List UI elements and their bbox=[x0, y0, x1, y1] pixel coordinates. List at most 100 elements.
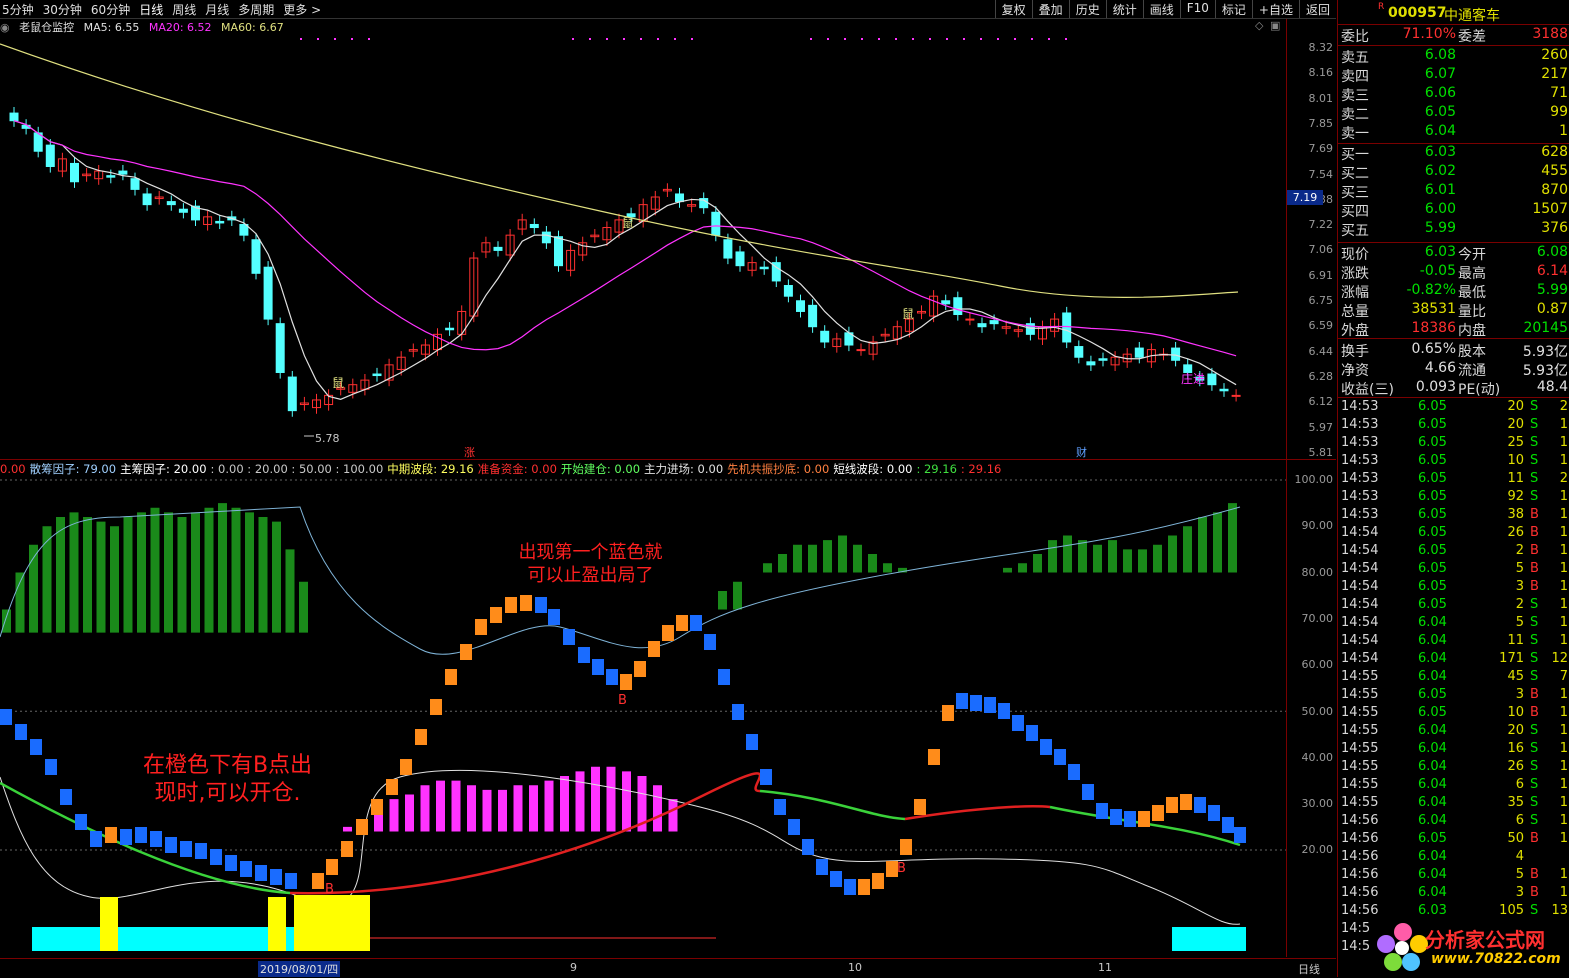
blue-block bbox=[592, 659, 604, 675]
bid-row[interactable]: 买一 6.03 628 bbox=[1338, 144, 1569, 163]
level-volume: 99 bbox=[1550, 104, 1568, 120]
toolbar-button-1[interactable]: 叠加 bbox=[1031, 0, 1069, 18]
period-tab-0[interactable]: 5分钟 bbox=[2, 3, 34, 17]
ask-row[interactable]: 卖五 6.08 260 bbox=[1338, 47, 1569, 66]
trade-price: 6.04 bbox=[1418, 849, 1447, 864]
level-label: 买二 bbox=[1341, 166, 1369, 182]
bid-row[interactable]: 买三 6.01 870 bbox=[1338, 182, 1569, 201]
level-label: 买一 bbox=[1341, 147, 1369, 163]
trade-price: 6.03 bbox=[1418, 903, 1447, 918]
current-price-tag: 7.19 bbox=[1287, 190, 1323, 205]
candlestick-chart[interactable]: 5.78鼠鼠鼠庄进涨财 bbox=[0, 36, 1286, 459]
magenta-bar bbox=[451, 780, 461, 832]
low-price-label: 5.78 bbox=[315, 432, 340, 445]
buy-mark: B bbox=[897, 861, 906, 876]
trade-time: 14:55 bbox=[1341, 759, 1379, 774]
orange-block bbox=[371, 799, 383, 815]
osc-tick: 30.00 bbox=[1301, 797, 1334, 811]
period-tab-1[interactable]: 30分钟 bbox=[43, 3, 82, 17]
trade-count: 1 bbox=[1559, 507, 1568, 522]
orange-block bbox=[1166, 797, 1178, 813]
watermark-name: 分析家公式网 bbox=[1425, 928, 1545, 952]
period-tab-3[interactable]: 日线 bbox=[139, 3, 163, 17]
trade-row: 14:56 6.04 5 B 1 bbox=[1338, 867, 1569, 885]
period-tab-4[interactable]: 周线 bbox=[172, 3, 196, 17]
ask-row[interactable]: 卖二 6.05 99 bbox=[1338, 104, 1569, 123]
trade-row: 14:56 6.04 3 B 1 bbox=[1338, 885, 1569, 903]
signal-dot bbox=[674, 38, 676, 40]
magenta-bar bbox=[591, 766, 600, 832]
toolbar-button-6[interactable]: 标记 bbox=[1214, 0, 1252, 18]
level-volume: 260 bbox=[1541, 47, 1568, 63]
green-bar bbox=[838, 535, 847, 573]
settings-diamond-icon[interactable]: ◇ bbox=[1255, 19, 1263, 32]
toolbar-button-4[interactable]: 画线 bbox=[1142, 0, 1180, 18]
toolbar-button-5[interactable]: F10 bbox=[1179, 0, 1215, 18]
ask-row[interactable]: 卖一 6.04 1 bbox=[1338, 123, 1569, 142]
level-price: 6.05 bbox=[1424, 104, 1456, 120]
ask-row[interactable]: 卖四 6.07 217 bbox=[1338, 66, 1569, 85]
stat-value: -0.05 bbox=[1419, 263, 1456, 279]
osc-value-0: 0.00 bbox=[0, 462, 26, 476]
trade-price: 6.04 bbox=[1418, 795, 1447, 810]
ask-row[interactable]: 卖三 6.06 71 bbox=[1338, 85, 1569, 104]
bid-row[interactable]: 买五 5.99 376 bbox=[1338, 220, 1569, 239]
trade-volume: 11 bbox=[1507, 471, 1524, 486]
stock-header: R 000957 中通客车 bbox=[1338, 2, 1569, 24]
mid-wave-red bbox=[904, 805, 1051, 821]
period-tab-5[interactable]: 月线 bbox=[205, 3, 229, 17]
toolbar-button-2[interactable]: 历史 bbox=[1068, 0, 1106, 18]
trade-count: 7 bbox=[1559, 669, 1568, 684]
trade-volume: 3 bbox=[1515, 579, 1524, 594]
period-label[interactable]: 日线 bbox=[1298, 961, 1320, 977]
orange-block bbox=[858, 879, 870, 895]
level-label: 买四 bbox=[1341, 204, 1369, 220]
candle-body bbox=[711, 211, 721, 236]
toolbar-button-3[interactable]: 统计 bbox=[1105, 0, 1143, 18]
blue-block bbox=[1234, 827, 1246, 843]
blue-block bbox=[225, 855, 237, 871]
green-bar bbox=[191, 512, 200, 633]
period-tab-2[interactable]: 60分钟 bbox=[91, 3, 130, 17]
blue-block bbox=[120, 829, 132, 845]
trade-direction: B bbox=[1530, 705, 1539, 720]
trade-direction: B bbox=[1530, 885, 1539, 900]
window-toggle-icon[interactable]: ▣ bbox=[1270, 19, 1280, 32]
candle-body bbox=[529, 223, 539, 229]
orange-block bbox=[662, 625, 674, 641]
blue-block bbox=[690, 615, 702, 631]
trade-count: 1 bbox=[1559, 525, 1568, 540]
blue-block bbox=[1208, 805, 1220, 821]
stat-value: 5.93亿 bbox=[1522, 344, 1568, 360]
pane-divider[interactable] bbox=[0, 459, 1336, 460]
osc-value-9: 短线波段: 0.00 bbox=[833, 462, 913, 476]
level-label: 卖三 bbox=[1341, 88, 1369, 104]
orange-block bbox=[676, 615, 688, 631]
bid-row[interactable]: 买四 6.00 1507 bbox=[1338, 201, 1569, 220]
orange-block bbox=[415, 729, 427, 745]
magenta-bar bbox=[606, 766, 616, 832]
toolbar-button-8[interactable]: 返回 bbox=[1298, 0, 1336, 18]
toolbar-button-7[interactable]: +自选 bbox=[1251, 0, 1299, 18]
trade-direction: S bbox=[1530, 759, 1539, 774]
candle-body bbox=[953, 297, 963, 316]
toolbar-button-0[interactable]: 复权 bbox=[994, 0, 1032, 18]
collapse-icon[interactable]: ◉ bbox=[0, 21, 10, 34]
trade-row: 14:54 6.05 2 S 1 bbox=[1338, 597, 1569, 615]
magenta-bar bbox=[343, 826, 352, 832]
stat-label: 外盘 bbox=[1341, 323, 1369, 339]
bid-row[interactable]: 买二 6.02 455 bbox=[1338, 163, 1569, 182]
trade-volume: 20 bbox=[1507, 723, 1524, 738]
trade-time: 14:53 bbox=[1341, 507, 1379, 522]
stat-label: 最低 bbox=[1458, 285, 1486, 301]
blue-block bbox=[746, 734, 758, 750]
period-tab-7[interactable]: 更多 > bbox=[283, 3, 321, 17]
candle-body bbox=[856, 349, 866, 352]
trade-direction: B bbox=[1530, 525, 1539, 540]
period-tab-6[interactable]: 多周期 bbox=[238, 3, 274, 17]
trade-row: 14:56 6.05 50 B 1 bbox=[1338, 831, 1569, 849]
trade-time: 14:53 bbox=[1341, 399, 1379, 414]
trade-count: 1 bbox=[1559, 885, 1568, 900]
trade-row: 14:56 6.04 6 S 1 bbox=[1338, 813, 1569, 831]
stat-label: 股本 bbox=[1458, 344, 1486, 360]
